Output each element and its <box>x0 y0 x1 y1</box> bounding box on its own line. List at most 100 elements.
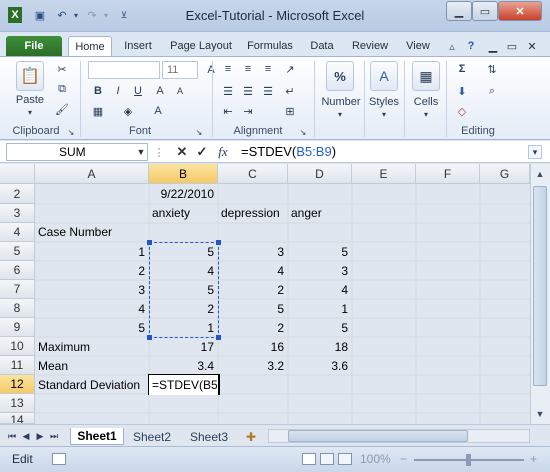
cell-c7[interactable]: 2 <box>218 280 288 300</box>
align-top-icon[interactable]: ≡ <box>220 61 236 77</box>
cell-d10[interactable]: 18 <box>288 337 352 357</box>
row-header[interactable]: 5 <box>0 242 35 261</box>
percent-icon[interactable]: % <box>326 61 354 91</box>
column-header-a[interactable]: A <box>35 164 149 184</box>
minimize-ribbon-icon[interactable]: ▵ <box>444 36 460 56</box>
help-icon[interactable]: ? <box>462 36 480 56</box>
row-header[interactable]: 9 <box>0 318 35 337</box>
page-break-view-icon[interactable] <box>338 453 352 465</box>
cell-d6[interactable]: 3 <box>288 261 352 281</box>
cell-b2[interactable]: 9/22/2010 <box>149 184 218 204</box>
align-bottom-icon[interactable]: ≡ <box>260 61 276 77</box>
cell-a11[interactable]: Mean <box>35 356 149 376</box>
column-header-c[interactable]: C <box>218 164 288 184</box>
merge-center-icon[interactable]: ⊞ <box>282 103 298 119</box>
autosum-icon[interactable]: Σ <box>454 61 470 77</box>
row-header[interactable]: 13 <box>0 394 35 413</box>
cell-a6[interactable]: 2 <box>35 261 149 281</box>
clear-icon[interactable]: ◇ <box>454 103 470 119</box>
cell-a8[interactable]: 4 <box>35 299 149 319</box>
row-header[interactable]: 12 <box>0 375 35 394</box>
column-header-f[interactable]: F <box>416 164 480 184</box>
row-header[interactable]: 14 <box>0 413 35 424</box>
italic-icon[interactable]: I <box>110 83 126 99</box>
fill-icon[interactable]: ⬇ <box>454 83 470 99</box>
cell-b9[interactable]: 1 <box>149 318 218 338</box>
row-header[interactable]: 8 <box>0 299 35 318</box>
zoom-in-icon[interactable]: + <box>530 452 537 466</box>
increase-font-icon[interactable]: A <box>152 83 168 99</box>
normal-view-icon[interactable] <box>302 453 316 465</box>
maximize-button[interactable]: ▭ <box>472 1 498 21</box>
cells-icon[interactable]: ▦ <box>412 61 440 91</box>
row-header[interactable]: 3 <box>0 204 35 223</box>
tab-review[interactable]: Review <box>346 36 394 56</box>
font-launcher-icon[interactable]: ↘ <box>194 127 204 137</box>
cell-a5[interactable]: 1 <box>35 242 149 262</box>
last-sheet-icon[interactable]: ⏭ <box>48 428 60 445</box>
page-layout-view-icon[interactable] <box>320 453 334 465</box>
increase-indent-icon[interactable]: ⇥ <box>240 103 256 119</box>
tab-view[interactable]: View <box>398 36 438 56</box>
formula-input[interactable]: =STDEV(B5:B9) <box>238 141 526 163</box>
styles-dropdown-icon[interactable]: ▾ <box>377 109 391 119</box>
tab-home[interactable]: Home <box>68 36 112 56</box>
align-right-icon[interactable]: ☰ <box>260 83 276 99</box>
workbook-restore-button[interactable]: ▭ <box>504 36 520 56</box>
tab-data[interactable]: Data <box>304 36 340 56</box>
number-button[interactable]: Number <box>318 95 364 109</box>
number-dropdown-icon[interactable]: ▾ <box>333 109 347 119</box>
cut-icon[interactable]: ✂ <box>54 61 70 77</box>
cell-c5[interactable]: 3 <box>218 242 288 262</box>
fill-color-icon[interactable]: ◈ <box>120 103 136 119</box>
cells-dropdown-icon[interactable]: ▾ <box>419 109 433 119</box>
find-select-icon[interactable]: ⌕ <box>484 83 500 99</box>
row-header[interactable]: 4 <box>0 223 35 242</box>
tab-file[interactable]: File <box>6 36 62 56</box>
cell-d8[interactable]: 1 <box>288 299 352 319</box>
tab-insert[interactable]: Insert <box>116 36 160 56</box>
borders-icon[interactable]: ▦ <box>90 103 106 119</box>
cell-d9[interactable]: 5 <box>288 318 352 338</box>
decrease-indent-icon[interactable]: ⇤ <box>220 103 236 119</box>
cell-b5[interactable]: 5 <box>149 242 218 262</box>
cell-b12-editing[interactable]: =STDEV(B5 <box>149 375 218 395</box>
cell-a12[interactable]: Standard Deviation <box>35 375 149 395</box>
clipboard-launcher-icon[interactable]: ↘ <box>66 127 76 137</box>
name-box-dropdown-icon[interactable]: ▼ <box>136 145 146 159</box>
font-size-input[interactable]: 11 <box>162 61 198 79</box>
name-box[interactable]: SUM <box>6 143 148 161</box>
row-header[interactable]: 6 <box>0 261 35 280</box>
format-painter-icon[interactable]: 🖌 <box>54 101 70 117</box>
cell-b7[interactable]: 5 <box>149 280 218 300</box>
cell-b8[interactable]: 2 <box>149 299 218 319</box>
font-name-input[interactable] <box>88 61 160 79</box>
align-middle-icon[interactable]: ≡ <box>240 61 256 77</box>
tab-formulas[interactable]: Formulas <box>240 36 300 56</box>
font-color-icon[interactable]: A <box>150 103 166 119</box>
prev-sheet-icon[interactable]: ◀ <box>20 428 32 445</box>
cell-c3[interactable]: depression <box>218 203 288 223</box>
row-header[interactable]: 11 <box>0 356 35 375</box>
align-left-icon[interactable]: ☰ <box>220 83 236 99</box>
sheet-tab-sheet2[interactable]: Sheet2 <box>126 428 178 445</box>
cell-d3[interactable]: anger <box>288 203 352 223</box>
enter-icon[interactable]: ✓ <box>194 144 210 160</box>
align-center-icon[interactable]: ☰ <box>240 83 256 99</box>
workbook-minimize-button[interactable]: ▁ <box>486 36 500 56</box>
cell-c11[interactable]: 3.2 <box>218 356 288 376</box>
select-all-corner[interactable] <box>0 164 35 184</box>
cell-a4[interactable]: Case Number <box>35 222 149 242</box>
paste-icon[interactable]: 📋 <box>16 61 44 91</box>
styles-button[interactable]: Styles <box>364 95 404 109</box>
grow-font-icon[interactable]: A <box>204 61 218 79</box>
paste-dropdown-icon[interactable]: ▾ <box>22 107 38 117</box>
close-button[interactable]: ✕ <box>498 1 542 21</box>
alignment-launcher-icon[interactable]: ↘ <box>298 127 308 137</box>
column-header-e[interactable]: E <box>352 164 416 184</box>
sheet-tab-sheet1[interactable]: Sheet1 <box>70 428 124 445</box>
scroll-down-icon[interactable]: ▼ <box>532 406 548 422</box>
cancel-icon[interactable]: ✕ <box>174 144 190 160</box>
cell-c6[interactable]: 4 <box>218 261 288 281</box>
row-header[interactable]: 10 <box>0 337 35 356</box>
